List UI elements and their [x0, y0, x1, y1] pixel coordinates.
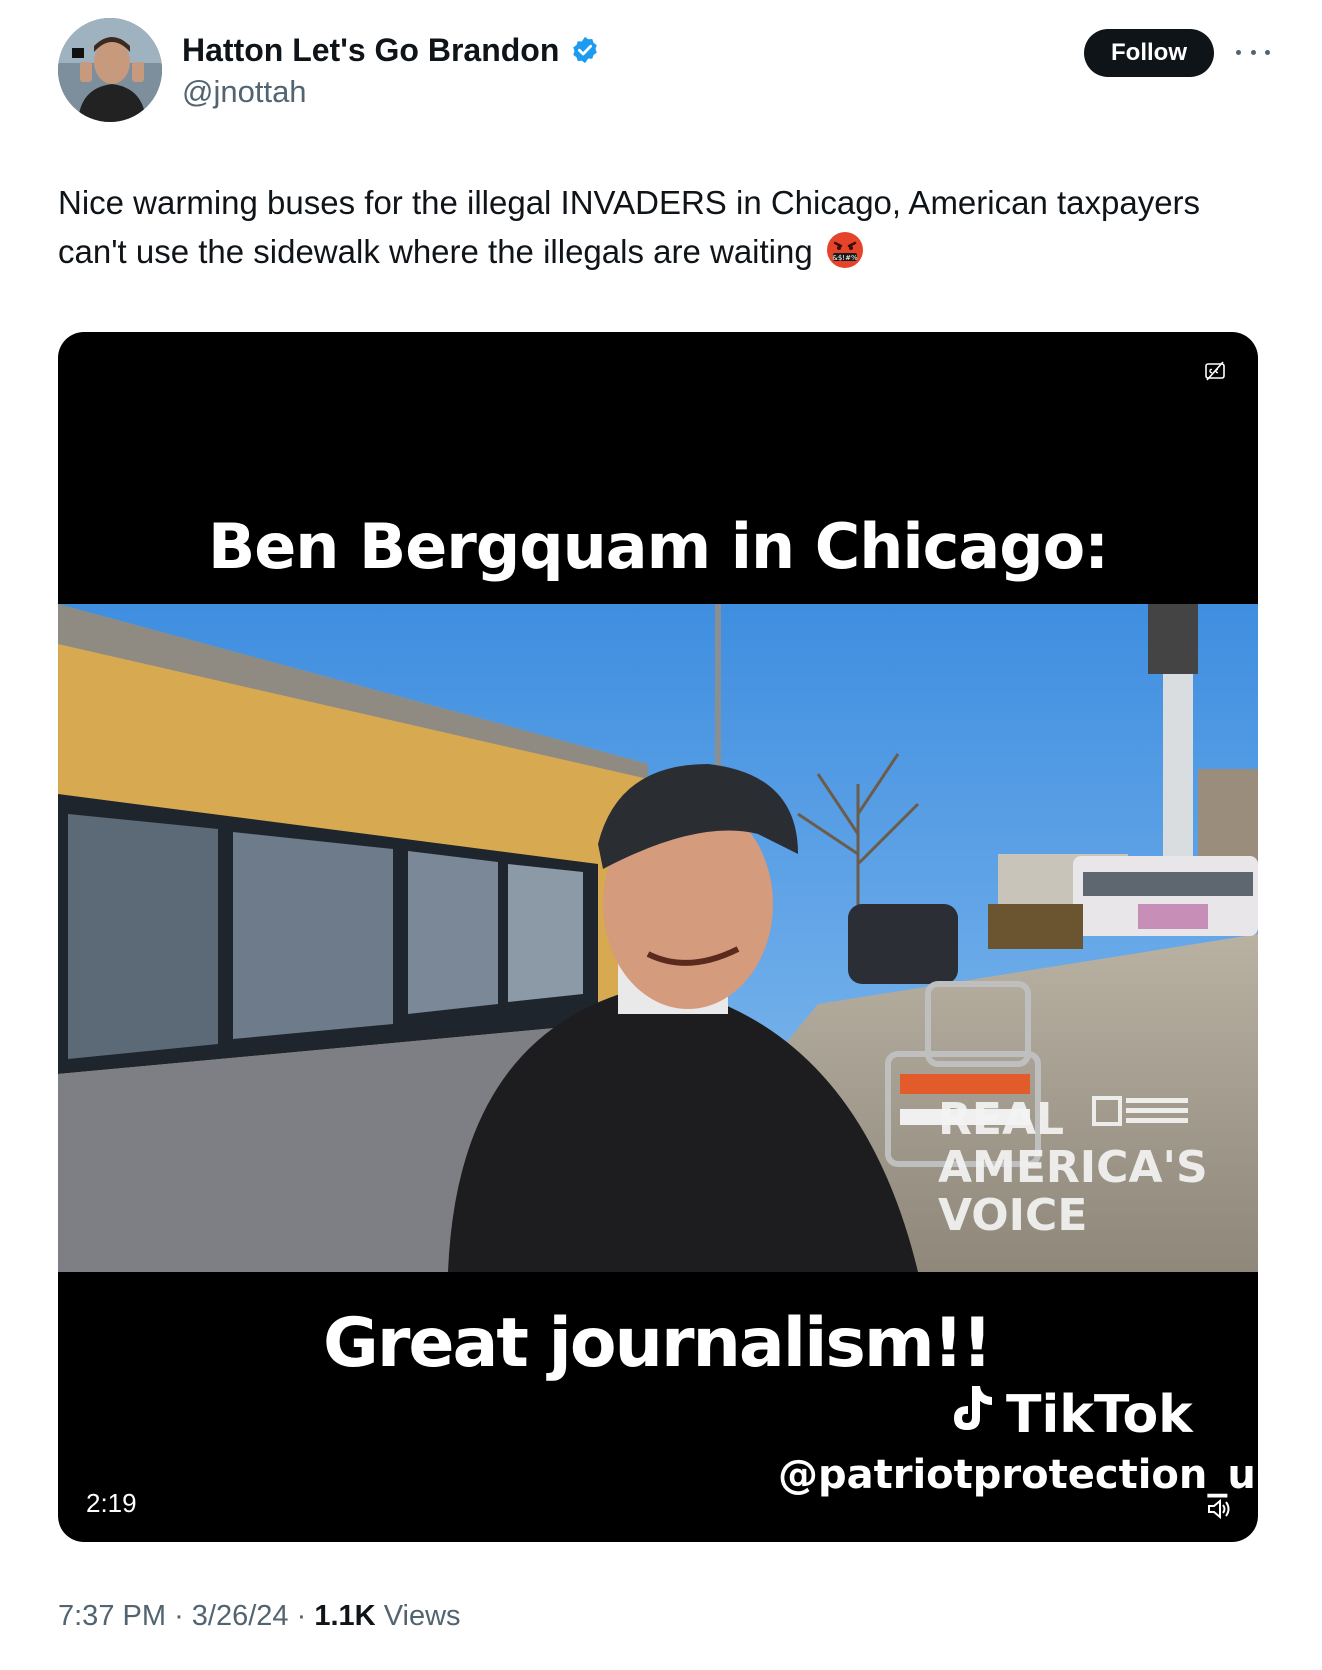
avatar[interactable]: [58, 18, 162, 122]
angry-symbols-emoji-icon: &$!#%: [826, 231, 864, 269]
views-label: Views: [383, 1600, 461, 1632]
svg-text:AMERICA'S: AMERICA'S: [938, 1142, 1208, 1193]
tweet-date[interactable]: 3/26/24: [192, 1600, 289, 1632]
svg-text:VOICE: VOICE: [938, 1190, 1087, 1241]
author-handle[interactable]: @jnottah: [182, 72, 600, 112]
rav-logo-line-1: REAL: [938, 1094, 1064, 1145]
tweet-time[interactable]: 7:37 PM: [58, 1600, 166, 1632]
meta-separator: ·: [296, 1600, 307, 1632]
video-caption-top: Ben Bergquam in Chicago:: [207, 510, 1109, 583]
volume-icon[interactable]: [1206, 1496, 1232, 1522]
tweet-header: Hatton Let's Go Brandon @jnottah Follow: [58, 18, 1270, 128]
video-duration: 2:19: [78, 1484, 145, 1523]
tiktok-brand-text: TikTok: [1006, 1384, 1193, 1445]
meta-separator: ·: [174, 1600, 184, 1632]
captions-off-icon[interactable]: [1204, 360, 1226, 382]
svg-text:&$!#%: &$!#%: [832, 254, 858, 262]
tweet-meta: 7:37 PM · 3/26/24 · 1.1K Views: [58, 1596, 461, 1636]
tiktok-note-icon: [948, 1382, 996, 1447]
author-block: Hatton Let's Go Brandon @jnottah: [182, 30, 600, 112]
verified-badge-icon[interactable]: [570, 35, 600, 65]
follow-button[interactable]: Follow: [1084, 29, 1214, 77]
tiktok-handle-text: @patriotprotection_us: [778, 1452, 1258, 1498]
tweet-text: Nice warming buses for the illegal INVAD…: [58, 184, 1201, 270]
views-count: 1.1K: [314, 1600, 376, 1632]
tweet-text-block: Nice warming buses for the illegal INVAD…: [58, 178, 1248, 276]
tiktok-watermark: TikTok: [948, 1382, 1193, 1447]
author-display-name[interactable]: Hatton Let's Go Brandon: [182, 30, 559, 70]
video-frame-scene: REAL AMERICA'S VOICE: [58, 604, 1258, 1272]
more-options-icon[interactable]: [1236, 40, 1270, 64]
video-player[interactable]: Ben Bergquam in Chicago: REAL AMERICA'S …: [58, 332, 1258, 1542]
video-caption-bottom: Great journalism!!: [323, 1304, 993, 1383]
